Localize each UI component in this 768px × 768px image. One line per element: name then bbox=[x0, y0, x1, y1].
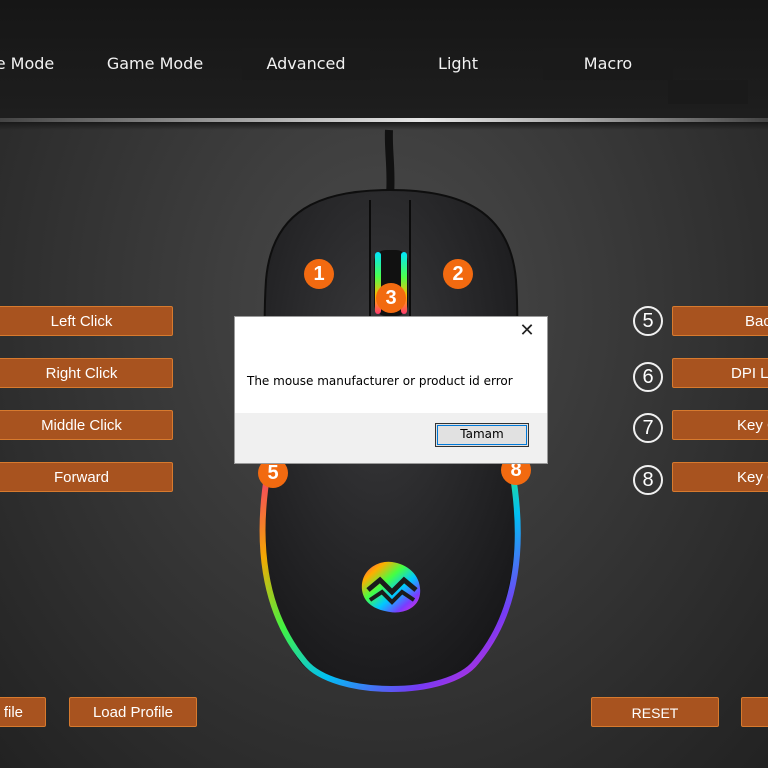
mouse-badge-1[interactable]: 1 bbox=[304, 259, 334, 289]
mouse-badge-3[interactable]: 3 bbox=[376, 283, 406, 313]
load-profile-button[interactable]: Load Profile bbox=[69, 697, 197, 727]
number-circle-8: 8 bbox=[633, 465, 663, 495]
number-circle-6: 6 bbox=[633, 362, 663, 392]
number-circle-7: 7 bbox=[633, 413, 663, 443]
key-combo-button-7[interactable]: Key C bbox=[672, 410, 768, 440]
dialog-footer: Tamam bbox=[235, 413, 547, 463]
forward-button[interactable]: Forward bbox=[0, 462, 173, 492]
left-click-button[interactable]: Left Click bbox=[0, 306, 173, 336]
apply-button-partial[interactable] bbox=[741, 697, 768, 727]
dpi-lock-button[interactable]: DPI Lo bbox=[672, 358, 768, 388]
number-circle-5: 5 bbox=[633, 306, 663, 336]
back-button[interactable]: Bac bbox=[672, 306, 768, 336]
right-click-button[interactable]: Right Click bbox=[0, 358, 173, 388]
save-profile-button[interactable]: file bbox=[0, 697, 46, 727]
reset-button[interactable]: RESET bbox=[591, 697, 719, 727]
ok-button[interactable]: Tamam bbox=[435, 423, 529, 447]
key-combo-button-8[interactable]: Key C bbox=[672, 462, 768, 492]
mouse-badge-2[interactable]: 2 bbox=[443, 259, 473, 289]
dialog-message: The mouse manufacturer or product id err… bbox=[247, 374, 513, 388]
middle-click-button[interactable]: Middle Click bbox=[0, 410, 173, 440]
error-dialog: ✕ The mouse manufacturer or product id e… bbox=[235, 317, 547, 463]
close-icon[interactable]: ✕ bbox=[517, 321, 537, 341]
